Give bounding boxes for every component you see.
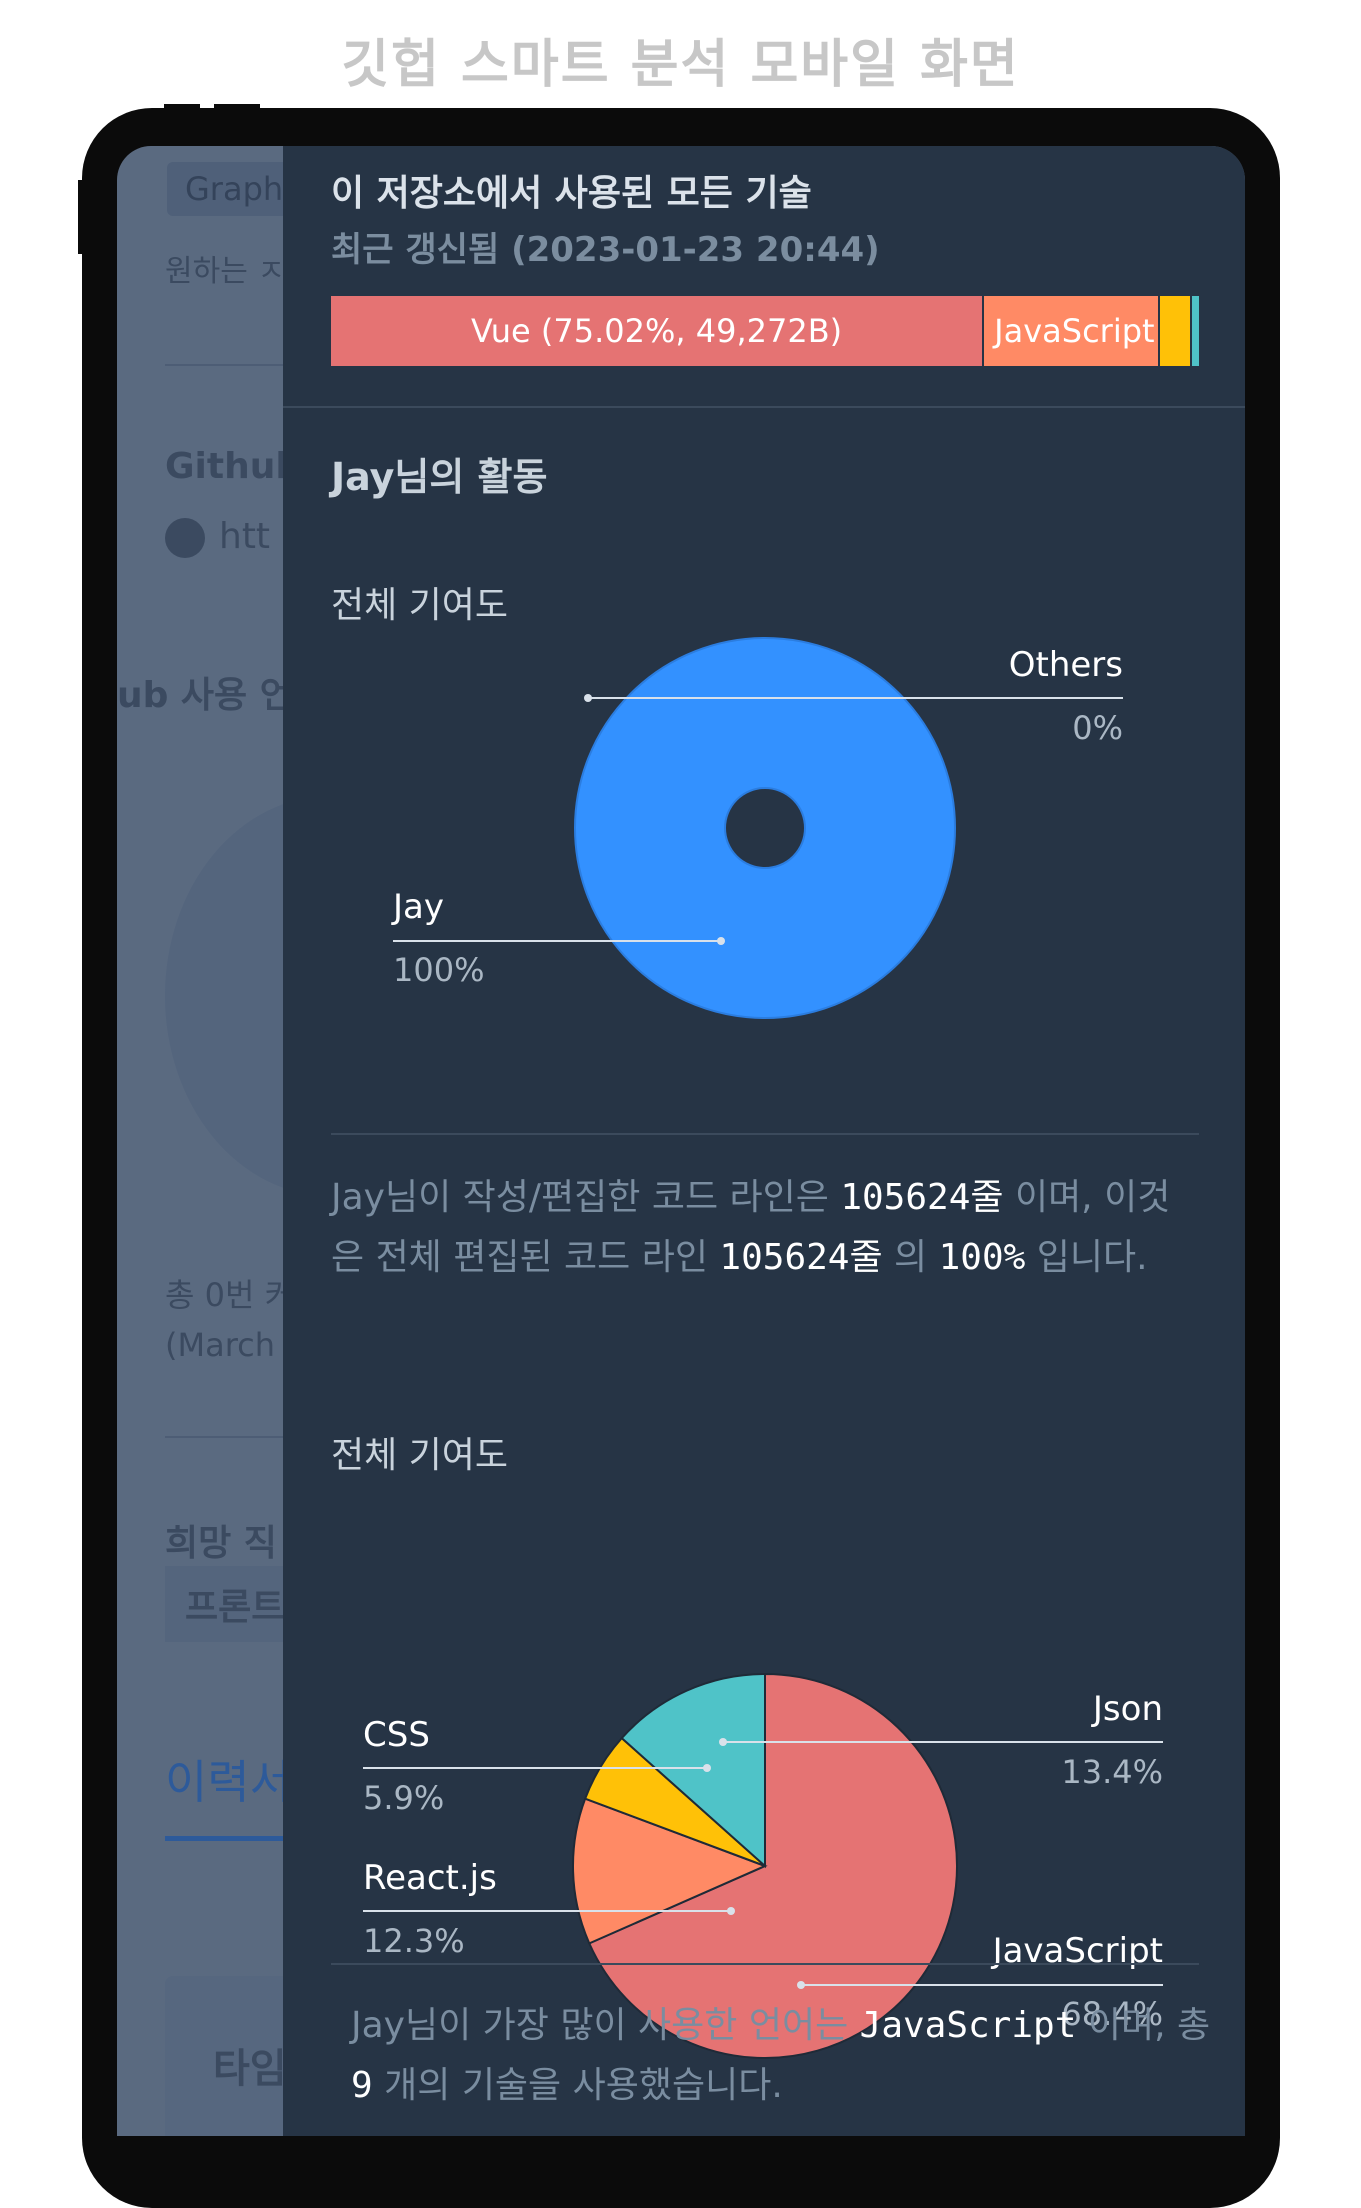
- date-text: (March: [165, 1326, 276, 1364]
- lines-description: Jay님이 작성/편집한 코드 라인은 105624줄 이며, 이것은 전체 편…: [331, 1168, 1191, 1288]
- slice-value-css: 5.9%: [363, 1779, 444, 1817]
- phone-screen: Graph 원하는 ㅈ Github htt ub 사용 언 총 0번 커 (M…: [117, 146, 1245, 2136]
- leader-dot: [797, 1981, 805, 1989]
- desc-text: Jay님이 작성/편집한 코드 라인은: [331, 1177, 841, 1218]
- slice-label-others: Others: [1009, 645, 1123, 685]
- github-label: Github: [165, 446, 302, 487]
- tab-resume[interactable]: 이력서: [165, 1746, 292, 1812]
- repo-tech-title: 이 저장소에서 사용된 모든 기술: [331, 173, 812, 214]
- top-language-value: JavaScript: [859, 2005, 1077, 2046]
- slice-value-reactjs: 12.3%: [363, 1922, 465, 1960]
- activity-title: Jay님의 활동: [331, 455, 548, 499]
- usage-label: ub 사용 언: [117, 675, 293, 716]
- tech-count-value: 9: [351, 2065, 373, 2106]
- job-label: 희망 직: [165, 1523, 277, 1564]
- language-pie-chart: JavaScript68.4%React.js12.3%CSS5.9%Json1…: [363, 1672, 1163, 2059]
- divider: [331, 1133, 1199, 1135]
- desc-text: 입니다.: [1025, 1237, 1148, 1278]
- language-description: Jay님이 가장 많이 사용한 언어는 JavaScript 이며, 총 9 개…: [351, 1996, 1211, 2116]
- slice-label-reactjs: React.js: [363, 1858, 497, 1898]
- leader-dot: [703, 1764, 711, 1772]
- donut-slice-jay[interactable]: [573, 637, 957, 1019]
- background-page: Graph 원하는 ㅈ Github htt ub 사용 언 총 0번 커 (M…: [117, 146, 495, 2136]
- desc-text: 의: [882, 1237, 939, 1278]
- desc-text: 이며, 총: [1076, 2005, 1211, 2046]
- total-lines-value: 105624줄: [719, 1237, 883, 1278]
- commit-count-text: 총 0번 커: [165, 1276, 295, 1314]
- leader-dot: [727, 1907, 735, 1915]
- github-link[interactable]: htt: [165, 516, 270, 558]
- slice-label-javascript: JavaScript: [991, 1931, 1163, 1971]
- github-link-text: htt: [219, 516, 271, 557]
- contribution-donut-chart: Jay 100% Others 0%: [391, 637, 1123, 1019]
- slice-label-css: CSS: [363, 1715, 430, 1755]
- language-segment-vue[interactable]: Vue (75.02%, 49,272B): [331, 296, 983, 366]
- divider: [331, 1963, 1199, 1965]
- github-icon: [165, 518, 205, 558]
- language-bar: Vue (75.02%, 49,272B) JavaScript: [331, 296, 1199, 366]
- slice-value-others: 0%: [1072, 709, 1123, 747]
- contribution-percent: 100%: [938, 1237, 1026, 1278]
- language-segment-javascript[interactable]: JavaScript: [982, 296, 1158, 366]
- divider: [283, 406, 1245, 408]
- desc-text: Jay님이 가장 많이 사용한 언어는: [351, 2005, 860, 2046]
- leader-dot: [719, 1738, 727, 1746]
- language-segment-lang-3[interactable]: [1157, 296, 1191, 366]
- language-segment-lang-4[interactable]: [1190, 296, 1199, 366]
- slice-value-json: 13.4%: [1061, 1753, 1163, 1791]
- desc-text: 개의 기술을 사용했습니다.: [372, 2065, 783, 2106]
- leader-dot: [584, 694, 592, 702]
- last-updated-text: 최근 갱신됨 (2023-01-23 20:44): [331, 230, 880, 270]
- page-title: 깃헙 스마트 분석 모바일 화면: [341, 35, 1020, 95]
- slice-value-jay: 100%: [393, 951, 484, 989]
- card-label: 타임: [213, 2046, 287, 2092]
- slice-label-jay: Jay: [391, 887, 444, 927]
- leader-dot: [717, 937, 725, 945]
- contribution-title: 전체 기여도: [331, 585, 509, 626]
- language-usage-title: 전체 기여도: [331, 1435, 509, 1476]
- repo-analysis-panel: 이 저장소에서 사용된 모든 기술 최근 갱신됨 (2023-01-23 20:…: [283, 146, 1245, 2136]
- hint-text: 원하는 ㅈ: [165, 254, 285, 289]
- slice-label-json: Json: [1091, 1689, 1163, 1729]
- user-lines-value: 105624줄: [840, 1177, 1004, 1218]
- active-tab-indicator: [165, 1836, 295, 1841]
